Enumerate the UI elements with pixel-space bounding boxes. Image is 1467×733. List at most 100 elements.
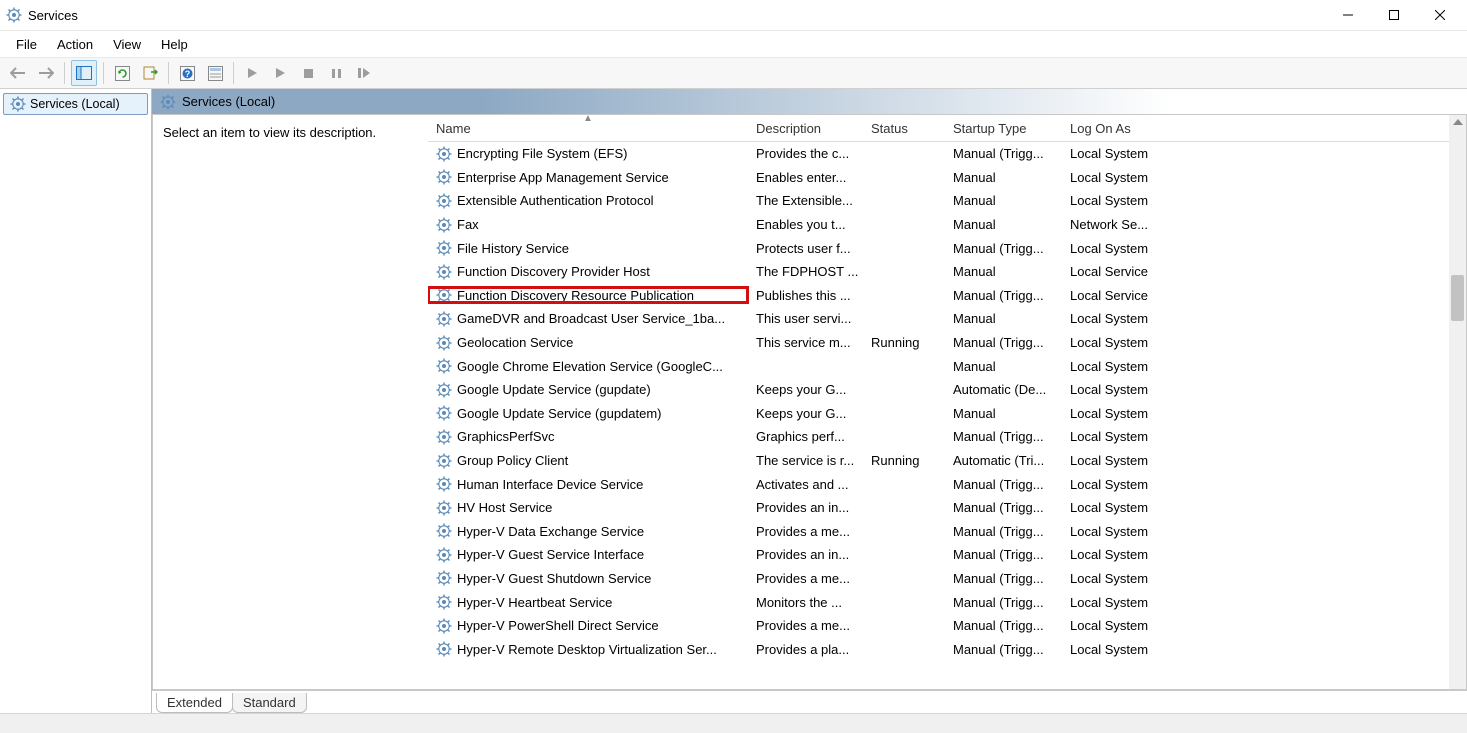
service-name-label: Group Policy Client — [457, 453, 568, 468]
service-name-cell[interactable]: Hyper-V Remote Desktop Virtualization Se… — [428, 641, 748, 657]
close-button[interactable] — [1417, 0, 1463, 30]
toolbar-separator — [64, 62, 65, 84]
start-service-button[interactable] — [240, 61, 264, 85]
service-name-cell[interactable]: Hyper-V PowerShell Direct Service — [428, 618, 748, 634]
service-startup-cell: Manual (Trigg... — [945, 429, 1062, 444]
restart-service-button[interactable] — [352, 61, 376, 85]
tab-extended[interactable]: Extended — [156, 693, 233, 713]
service-name-cell[interactable]: Google Chrome Elevation Service (GoogleC… — [428, 358, 748, 374]
gear-icon — [436, 429, 452, 445]
service-row[interactable]: FaxEnables you t...ManualNetwork Se... — [428, 213, 1466, 237]
gear-icon — [160, 94, 176, 110]
service-name-cell[interactable]: File History Service — [428, 240, 748, 256]
stop-service-button[interactable] — [296, 61, 320, 85]
service-name-cell[interactable]: Geolocation Service — [428, 335, 748, 351]
service-row[interactable]: Hyper-V Guest Shutdown ServiceProvides a… — [428, 567, 1466, 591]
view-tabs: Extended Standard — [152, 690, 1467, 713]
scroll-thumb[interactable] — [1451, 275, 1464, 321]
service-row[interactable]: GraphicsPerfSvcGraphics perf...Manual (T… — [428, 425, 1466, 449]
service-name-cell[interactable]: Google Update Service (gupdatem) — [428, 405, 748, 421]
service-startup-cell: Manual — [945, 217, 1062, 232]
service-name-cell[interactable]: GameDVR and Broadcast User Service_1ba..… — [428, 311, 748, 327]
tree-root-services-local[interactable]: Services (Local) — [3, 93, 148, 115]
service-name-cell[interactable]: GraphicsPerfSvc — [428, 429, 748, 445]
service-row[interactable]: Group Policy ClientThe service is r...Ru… — [428, 449, 1466, 473]
service-name-cell[interactable]: Hyper-V Data Exchange Service — [428, 523, 748, 539]
show-hide-tree-button[interactable] — [71, 60, 97, 86]
service-name-label: File History Service — [457, 241, 569, 256]
service-startup-cell: Manual (Trigg... — [945, 547, 1062, 562]
service-row[interactable]: Geolocation ServiceThis service m...Runn… — [428, 331, 1466, 355]
service-description-cell: Provides the c... — [748, 146, 863, 161]
service-description-cell: Provides a me... — [748, 524, 863, 539]
service-row[interactable]: Function Discovery Provider HostThe FDPH… — [428, 260, 1466, 284]
gear-icon — [436, 405, 452, 421]
service-name-cell[interactable]: Extensible Authentication Protocol — [428, 193, 748, 209]
service-row[interactable]: Google Update Service (gupdate)Keeps you… — [428, 378, 1466, 402]
help-button[interactable]: ? — [175, 61, 199, 85]
service-logon-cell: Local System — [1062, 429, 1202, 444]
menu-action[interactable]: Action — [47, 34, 103, 55]
column-header-startup[interactable]: Startup Type — [945, 115, 1062, 141]
service-name-cell[interactable]: Hyper-V Guest Service Interface — [428, 547, 748, 563]
tab-standard[interactable]: Standard — [232, 693, 307, 713]
service-name-cell[interactable]: Function Discovery Provider Host — [428, 264, 748, 280]
service-name-cell[interactable]: Group Policy Client — [428, 453, 748, 469]
service-name-cell[interactable]: Human Interface Device Service — [428, 476, 748, 492]
service-row[interactable]: Hyper-V Heartbeat ServiceMonitors the ..… — [428, 590, 1466, 614]
column-header-logon[interactable]: Log On As — [1062, 115, 1202, 141]
service-row[interactable]: Hyper-V Remote Desktop Virtualization Se… — [428, 637, 1466, 661]
service-name-label: Enterprise App Management Service — [457, 170, 669, 185]
service-name-cell[interactable]: Hyper-V Heartbeat Service — [428, 594, 748, 610]
service-row[interactable]: Enterprise App Management ServiceEnables… — [428, 166, 1466, 190]
pane-header: Services (Local) — [152, 89, 1467, 114]
service-logon-cell: Local System — [1062, 453, 1202, 468]
service-row[interactable]: Hyper-V PowerShell Direct ServiceProvide… — [428, 614, 1466, 638]
service-row[interactable]: Extensible Authentication ProtocolThe Ex… — [428, 189, 1466, 213]
service-name-cell[interactable]: Enterprise App Management Service — [428, 169, 748, 185]
description-placeholder: Select an item to view its description. — [163, 125, 376, 140]
service-name-cell[interactable]: Function Discovery Resource Publication — [428, 287, 748, 303]
column-header-description[interactable]: Description — [748, 115, 863, 141]
service-row[interactable]: Google Chrome Elevation Service (GoogleC… — [428, 354, 1466, 378]
service-row[interactable]: Human Interface Device ServiceActivates … — [428, 472, 1466, 496]
service-row[interactable]: Hyper-V Guest Service InterfaceProvides … — [428, 543, 1466, 567]
service-startup-cell: Manual — [945, 170, 1062, 185]
column-header-status[interactable]: Status — [863, 115, 945, 141]
menu-view[interactable]: View — [103, 34, 151, 55]
list-body[interactable]: Encrypting File System (EFS)Provides the… — [428, 142, 1466, 689]
service-row[interactable]: Encrypting File System (EFS)Provides the… — [428, 142, 1466, 166]
service-description-cell: Provides an in... — [748, 547, 863, 562]
start-service-alt-button[interactable] — [268, 61, 292, 85]
maximize-button[interactable] — [1371, 0, 1417, 30]
nav-forward-button[interactable] — [34, 61, 58, 85]
service-name-cell[interactable]: Fax — [428, 217, 748, 233]
service-name-cell[interactable]: Hyper-V Guest Shutdown Service — [428, 570, 748, 586]
service-name-cell[interactable]: Encrypting File System (EFS) — [428, 146, 748, 162]
service-logon-cell: Network Se... — [1062, 217, 1202, 232]
gear-icon — [436, 240, 452, 256]
pause-service-button[interactable] — [324, 61, 348, 85]
minimize-button[interactable] — [1325, 0, 1371, 30]
gear-icon — [436, 476, 452, 492]
service-row[interactable]: GameDVR and Broadcast User Service_1ba..… — [428, 307, 1466, 331]
refresh-button[interactable] — [110, 61, 134, 85]
menu-file[interactable]: File — [6, 34, 47, 55]
service-description-cell: The FDPHOST ... — [748, 264, 863, 279]
service-name-cell[interactable]: HV Host Service — [428, 500, 748, 516]
service-name-cell[interactable]: Google Update Service (gupdate) — [428, 382, 748, 398]
service-row[interactable]: Function Discovery Resource PublicationP… — [428, 284, 1466, 308]
service-row[interactable]: File History ServiceProtects user f...Ma… — [428, 236, 1466, 260]
gear-icon — [436, 169, 452, 185]
service-row[interactable]: HV Host ServiceProvides an in...Manual (… — [428, 496, 1466, 520]
service-description-cell: Keeps your G... — [748, 382, 863, 397]
service-logon-cell: Local System — [1062, 311, 1202, 326]
service-row[interactable]: Google Update Service (gupdatem)Keeps yo… — [428, 402, 1466, 426]
service-row[interactable]: Hyper-V Data Exchange ServiceProvides a … — [428, 520, 1466, 544]
menu-help[interactable]: Help — [151, 34, 198, 55]
toolbar-separator — [168, 62, 169, 84]
nav-back-button[interactable] — [6, 61, 30, 85]
properties-button[interactable] — [203, 61, 227, 85]
export-list-button[interactable] — [138, 61, 162, 85]
vertical-scrollbar[interactable] — [1449, 115, 1466, 689]
